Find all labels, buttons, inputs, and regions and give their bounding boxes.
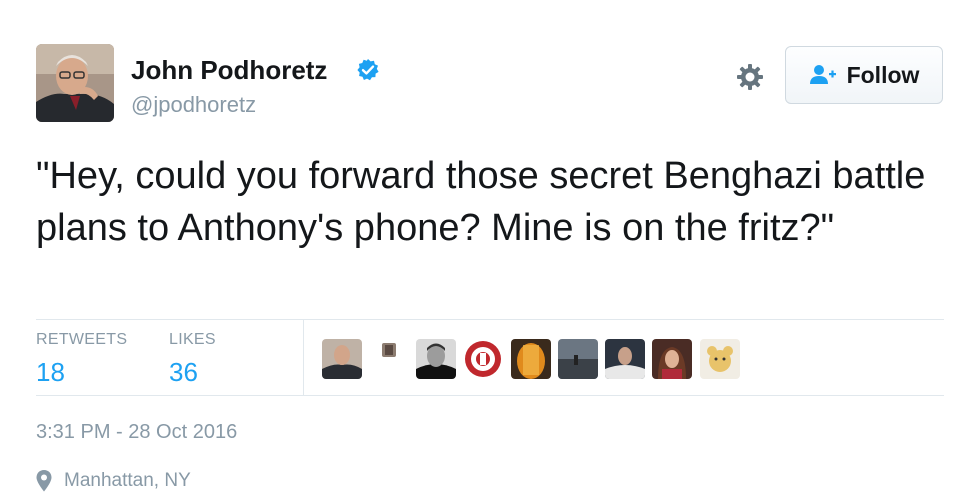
- liker-avatar[interactable]: [558, 339, 598, 379]
- gear-icon[interactable]: [735, 62, 765, 92]
- stats-vertical-divider: [303, 320, 304, 396]
- add-user-icon: [809, 65, 836, 84]
- liker-avatar[interactable]: [605, 339, 645, 379]
- likes-count: 36: [169, 357, 198, 387]
- liker-avatar[interactable]: [652, 339, 692, 379]
- liker-avatar[interactable]: [700, 339, 740, 379]
- stats-bottom-divider: [36, 395, 944, 396]
- stats-top-divider: [36, 319, 944, 320]
- likes-label: LIKES: [169, 331, 216, 348]
- liker-avatar[interactable]: [463, 339, 503, 379]
- likes-stat[interactable]: LIKES 36: [169, 331, 216, 387]
- map-pin-icon: [36, 470, 52, 492]
- liker-avatar[interactable]: [322, 339, 362, 379]
- retweets-stat[interactable]: RETWEETS 18: [36, 331, 127, 387]
- tweet-location[interactable]: Manhattan, NY: [36, 469, 191, 493]
- verified-badge-icon: [357, 59, 379, 81]
- tweet-card: John Podhoretz @jpodhoretz Follow "Hey, …: [0, 0, 980, 502]
- liker-avatar[interactable]: [416, 339, 456, 379]
- author-name[interactable]: John Podhoretz: [131, 55, 327, 85]
- tweet-timestamp[interactable]: 3:31 PM - 28 Oct 2016: [36, 420, 237, 444]
- author-handle[interactable]: @jpodhoretz: [131, 92, 256, 118]
- follow-button[interactable]: Follow: [785, 46, 943, 104]
- retweets-label: RETWEETS: [36, 331, 128, 348]
- liker-avatar[interactable]: [382, 343, 396, 357]
- author-avatar[interactable]: [36, 44, 114, 122]
- location-label: Manhattan, NY: [64, 470, 191, 491]
- retweets-count: 18: [36, 357, 65, 387]
- tweet-text: "Hey, could you forward those secret Ben…: [36, 155, 926, 249]
- follow-button-label: Follow: [846, 61, 920, 88]
- liker-avatar[interactable]: [511, 339, 551, 379]
